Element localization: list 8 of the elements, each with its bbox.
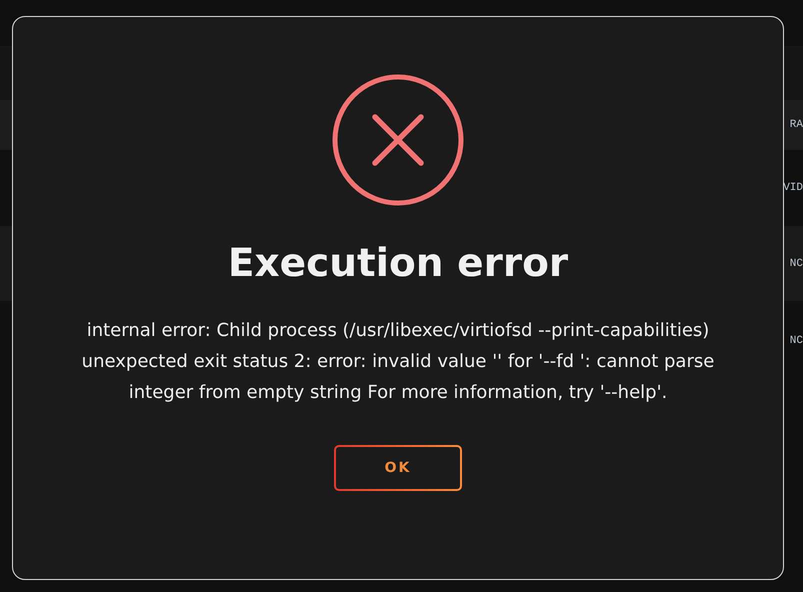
error-message: internal error: Child process (/usr/libexec/virtiofsd --print-capabilities) unexpected exit status 2: error: invalid value '' for '--fd ': cannot parse integer from empty string For more information, try '--help'. <box>80 318 716 405</box>
table-cell: VID <box>783 182 803 194</box>
error-icon <box>331 73 465 207</box>
ok-button[interactable]: OK <box>334 444 462 491</box>
table-cell: NC <box>790 335 803 347</box>
table-cell: NC <box>790 258 803 270</box>
column-header: RA <box>790 119 803 131</box>
dialog-title: Execution error <box>228 241 568 288</box>
